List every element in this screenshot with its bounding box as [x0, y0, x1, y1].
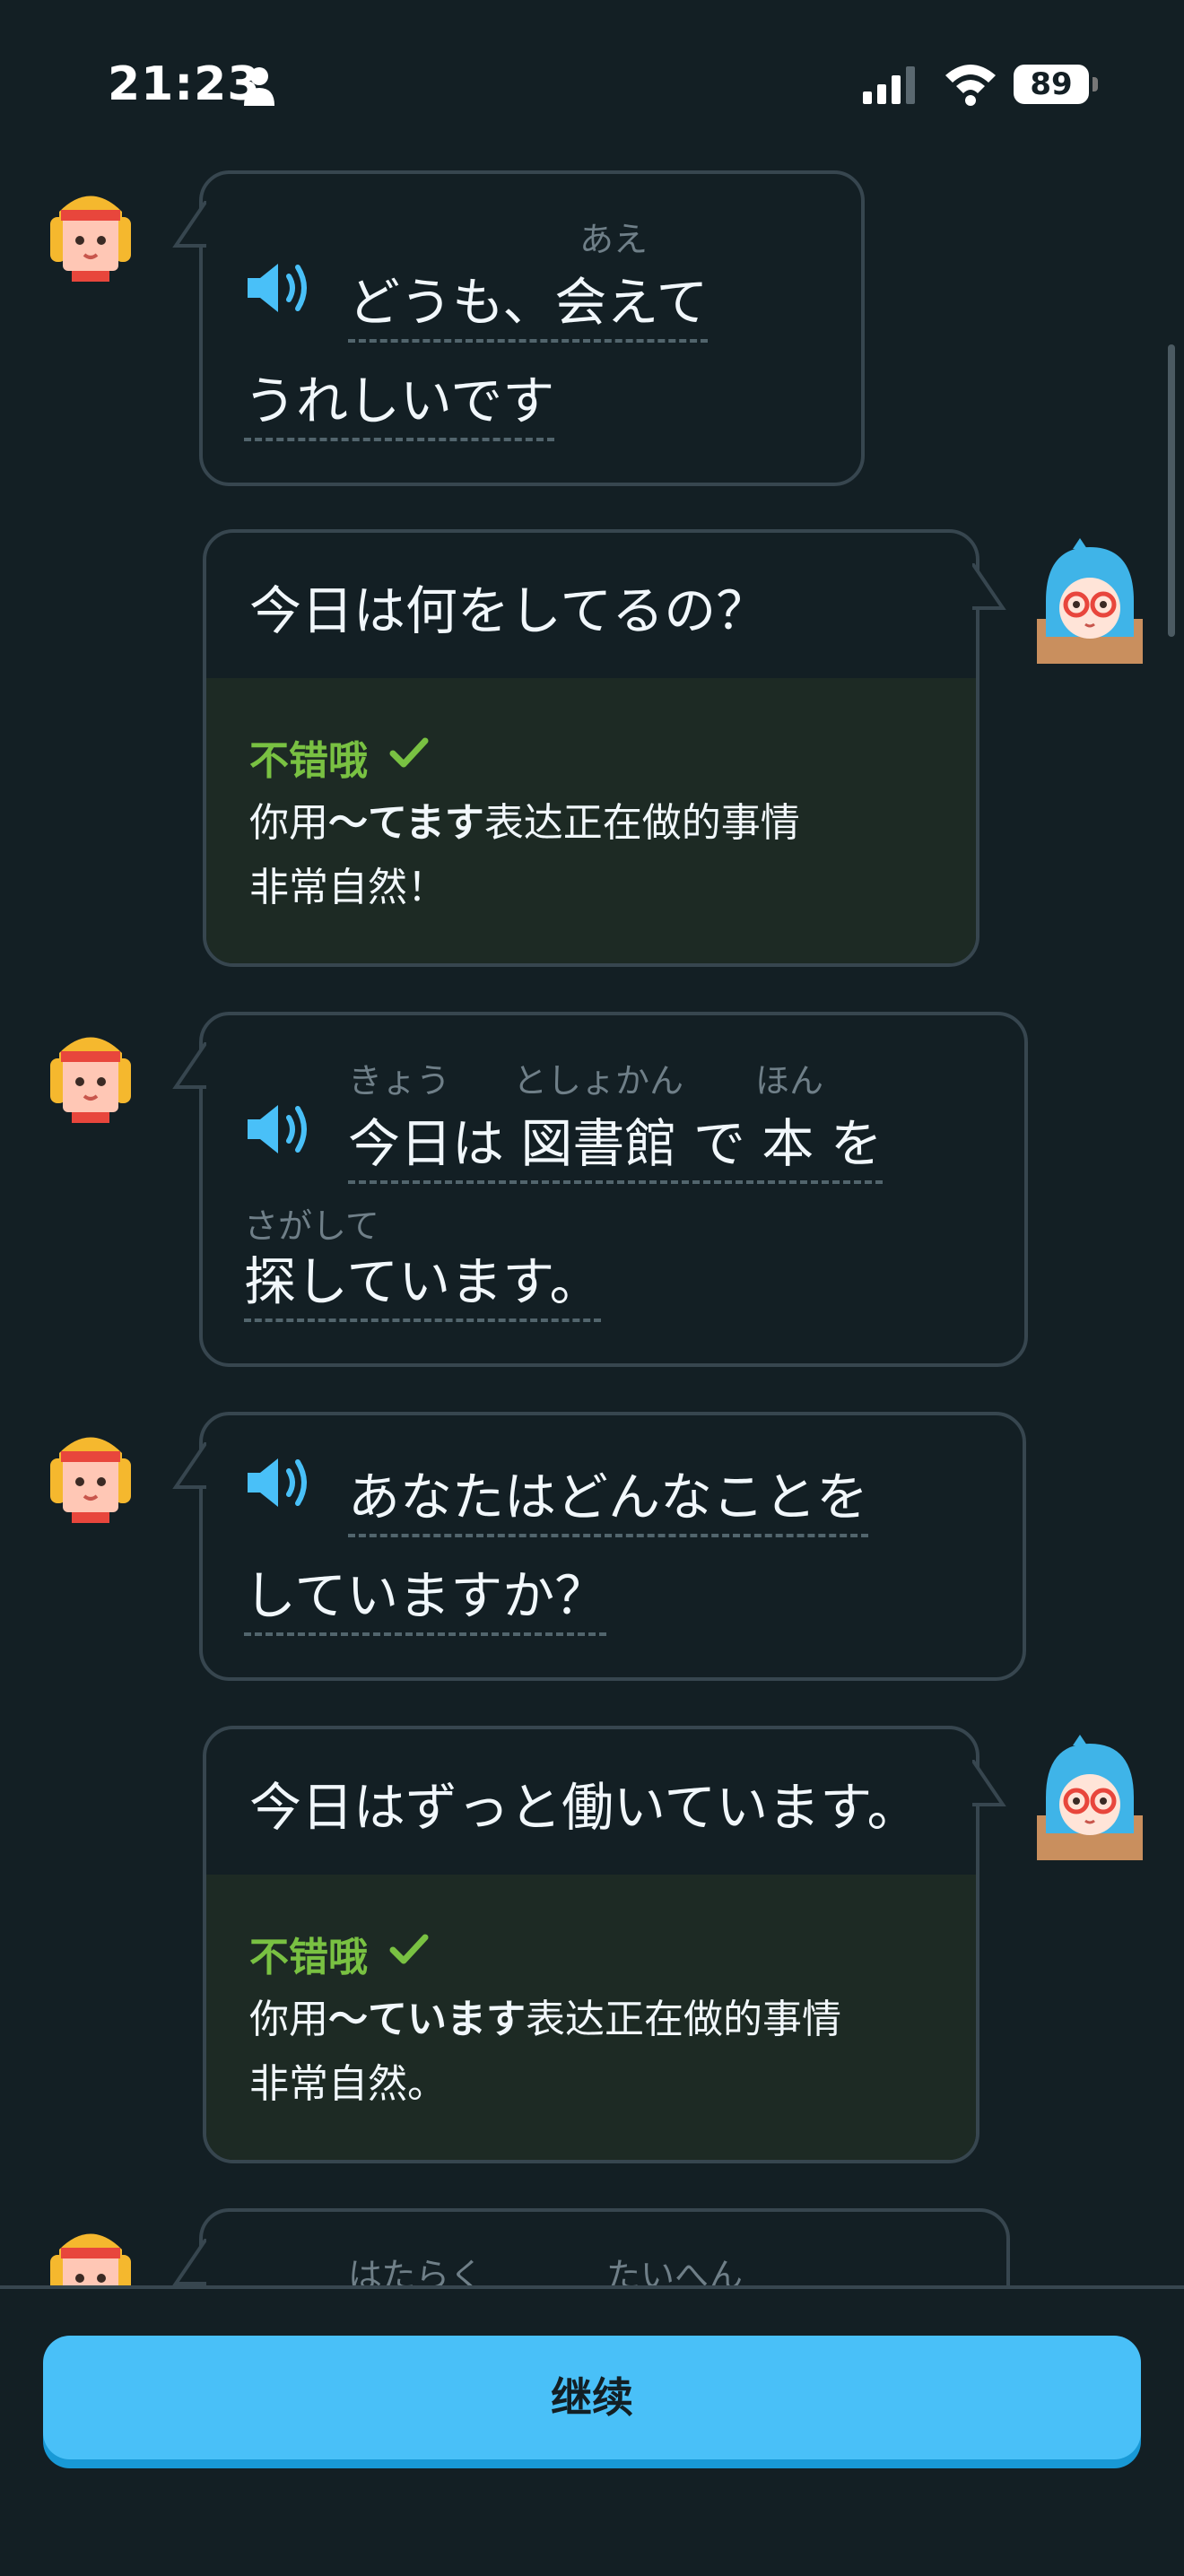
- wifi-icon: [945, 65, 996, 106]
- character-avatar: [50, 196, 131, 282]
- message-line[interactable]: うれしいです: [244, 359, 555, 441]
- user-message-bubble: 今日は何をしてるの？ 不错哦 你用〜てます表达正在做的事情 非常自然！: [203, 529, 1006, 967]
- message-line[interactable]: あなたはどんなことを: [348, 1455, 869, 1537]
- character-avatar: [50, 1037, 131, 1123]
- character-avatar: [50, 1437, 131, 1523]
- battery-tip: [1093, 77, 1098, 91]
- character-message-bubble: あなたはどんなことを していますか？: [172, 1412, 1026, 1681]
- battery-indicator: 89: [1014, 65, 1089, 104]
- bubble-tail: [172, 2239, 206, 2285]
- character-message-bubble: きょう としょかん ほん 今日は 図書館 で 本 を さがして 探しています。: [172, 1012, 1028, 1367]
- bubble-tail: [972, 563, 1006, 610]
- message-line[interactable]: どうも、会えて: [348, 260, 709, 343]
- furigana: としょかん: [513, 1061, 684, 1101]
- furigana: きょう: [348, 1061, 451, 1101]
- cellular-signal-icon: [863, 66, 915, 104]
- furigana: ほん: [755, 1061, 824, 1101]
- user-avatar: [1037, 1735, 1143, 1860]
- continue-button[interactable]: 继续: [43, 2336, 1141, 2459]
- user-message-text: 今日はずっと働いています。: [249, 1777, 919, 1838]
- user-message-bubble: 今日はずっと働いています。 不错哦 你用〜ています表达正在做的事情 非常自然。: [203, 1726, 1006, 2163]
- message-line[interactable]: 今日は 図書館 で 本 を: [348, 1101, 883, 1184]
- check-icon: [389, 737, 429, 768]
- message-line[interactable]: 探しています。: [244, 1240, 602, 1322]
- scrollbar-thumb[interactable]: [1168, 344, 1175, 637]
- character-message-bubble: あえ どうも、会えて うれしいです: [172, 170, 865, 486]
- furigana: あえ: [579, 220, 649, 259]
- status-time: 21:23: [108, 57, 261, 111]
- bubble-tail: [172, 201, 206, 248]
- speaker-icon[interactable]: [244, 1098, 316, 1161]
- feedback-panel: 不错哦 你用〜ています表达正在做的事情 非常自然。: [206, 1875, 976, 2160]
- feedback-title: 不错哦: [249, 738, 368, 784]
- feedback-text: 你用〜ています表达正在做的事情: [249, 1997, 841, 2042]
- bubble-tail: [172, 1442, 206, 1489]
- feedback-panel: 不错哦 你用〜てます表达正在做的事情 非常自然！: [206, 678, 976, 963]
- feedback-text: 非常自然！: [249, 865, 447, 910]
- user-message-text: 今日は何をしてるの？: [249, 580, 769, 641]
- speaker-icon[interactable]: [244, 257, 316, 319]
- check-icon: [389, 1934, 429, 1964]
- user-avatar: [1037, 538, 1143, 664]
- person-icon: [244, 67, 274, 106]
- bubble-tail: [172, 1042, 206, 1089]
- feedback-title: 不错哦: [249, 1935, 368, 1980]
- bubble-tail: [972, 1760, 1006, 1806]
- feedback-text: 你用〜てます表达正在做的事情: [249, 800, 800, 846]
- speaker-icon[interactable]: [244, 1451, 316, 1514]
- feedback-text: 非常自然。: [249, 2061, 447, 2107]
- message-line[interactable]: していますか？: [244, 1553, 607, 1636]
